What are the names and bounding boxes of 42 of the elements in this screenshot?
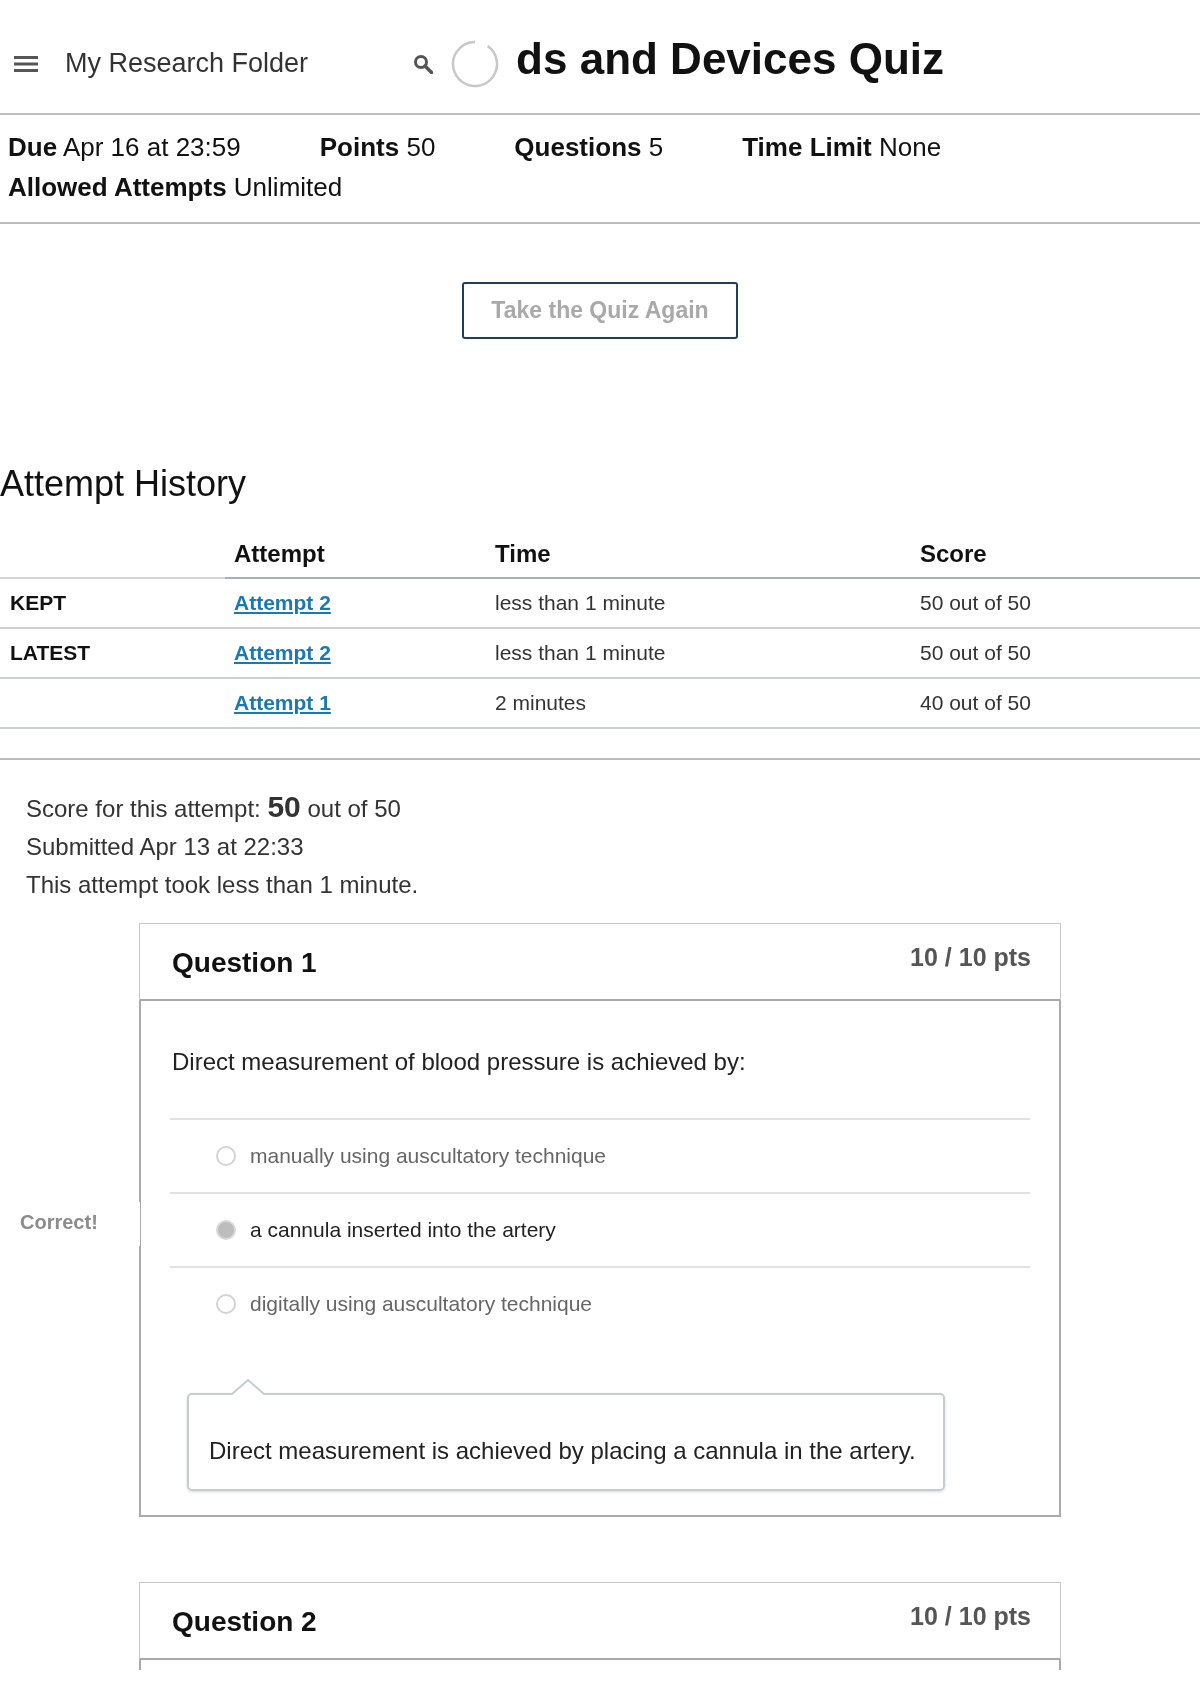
question-text: Direct measurement of blood pressure is achieved by: xyxy=(171,1047,747,1077)
table-cell: KEPT xyxy=(0,579,225,629)
table-cell: less than 1 minute xyxy=(486,629,911,679)
submitted-date: Submitted Apr 13 at 22:33 xyxy=(26,832,305,862)
answer-result-label: Correct! xyxy=(20,1202,140,1246)
answer-text: manually using auscultatory technique xyxy=(250,1144,607,1168)
question-points: 10 / 10 pts xyxy=(910,942,1031,972)
attempt-duration: This attempt took less than 1 minute. xyxy=(26,870,420,900)
radio-button[interactable] xyxy=(216,1220,236,1240)
detail-item: Allowed Attempts Unlimited xyxy=(8,171,343,204)
spinner-icon xyxy=(451,39,500,88)
answer-text: digitally using auscultatory technique xyxy=(250,1292,593,1316)
column-header: Score xyxy=(911,531,1200,579)
menu-icon[interactable] xyxy=(14,55,38,72)
answer-comment: Direct measurement is achieved by placing a cannula in the artery. xyxy=(187,1393,945,1491)
section-heading: Attempt History xyxy=(0,464,248,504)
detail-item: Questions 5 xyxy=(514,131,664,164)
attempt-link[interactable]: Attempt 2 xyxy=(234,591,331,615)
table-cell: 2 minutes xyxy=(486,679,911,729)
column-header: Time xyxy=(486,531,911,579)
folder-title[interactable]: My Research Folder xyxy=(65,48,309,79)
detail-item: Due Apr 16 at 23:59 xyxy=(8,131,241,164)
radio-button[interactable] xyxy=(216,1294,236,1314)
column-header: Attempt xyxy=(225,531,486,579)
radio-button[interactable] xyxy=(216,1146,236,1166)
table-cell: 50 out of 50 xyxy=(911,579,1200,629)
answer-text: a cannula inserted into the artery xyxy=(250,1218,556,1242)
table-cell: less than 1 minute xyxy=(486,579,911,629)
question-title: Question 2 xyxy=(172,1605,317,1639)
table-cell: LATEST xyxy=(0,629,225,679)
table-cell: 40 out of 50 xyxy=(911,679,1200,729)
detail-item: Time Limit None xyxy=(742,131,942,164)
attempt-score: Score for this attempt: 50 out of 50 xyxy=(26,789,402,825)
question-title: Question 1 xyxy=(172,946,317,980)
callout-pointer-icon xyxy=(232,1379,264,1395)
search-icon[interactable] xyxy=(413,53,434,74)
attempt-link[interactable]: Attempt 2 xyxy=(234,641,331,665)
question-points: 10 / 10 pts xyxy=(910,1601,1031,1631)
detail-item: Points 50 xyxy=(319,131,436,164)
table-cell: 50 out of 50 xyxy=(911,629,1200,679)
attempt-link[interactable]: Attempt 1 xyxy=(234,691,331,715)
quiz-title: ds and Devices Quiz xyxy=(516,36,945,81)
